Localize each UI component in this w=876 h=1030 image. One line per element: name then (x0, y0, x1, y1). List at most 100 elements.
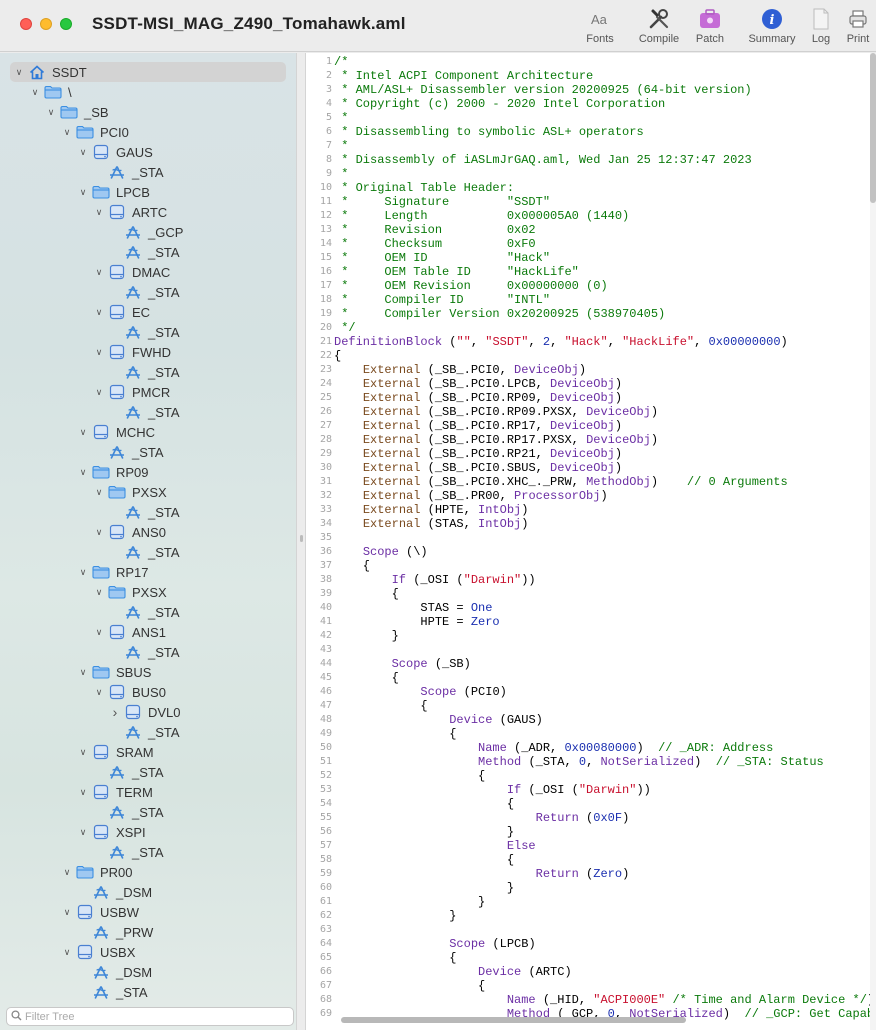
disclosure-open-icon[interactable]: ∨ (62, 947, 72, 958)
fonts-button[interactable]: Aa Fonts (570, 6, 630, 45)
code-line[interactable]: { (334, 671, 399, 685)
code-line[interactable]: Device (ARTC) (334, 965, 572, 979)
code-line[interactable]: { (334, 699, 427, 713)
tree-row[interactable]: ∨ PXSX (0, 582, 296, 602)
code-line[interactable]: * (334, 139, 348, 153)
code-line[interactable]: External (STAS, IntObj) (334, 517, 529, 531)
code-line[interactable]: } (334, 629, 399, 643)
code-line[interactable]: * Checksum 0xF0 (334, 237, 535, 251)
tree-row[interactable]: _STA (0, 162, 296, 182)
disclosure-open-icon[interactable]: ∨ (94, 307, 104, 318)
tree-row[interactable]: _STA (0, 242, 296, 262)
tree-row[interactable]: _STA (0, 502, 296, 522)
code-line[interactable]: * Copyright (c) 2000 - 2020 Intel Corpor… (334, 97, 665, 111)
tree-row[interactable]: _STA (0, 762, 296, 782)
disclosure-open-icon[interactable]: ∨ (78, 467, 88, 478)
code-line[interactable]: External (_SB_.PCI0.RP17, DeviceObj) (334, 419, 622, 433)
disclosure-open-icon[interactable]: ∨ (94, 347, 104, 358)
tree-row[interactable]: _STA (0, 982, 296, 1002)
disclosure-open-icon[interactable]: ∨ (78, 667, 88, 678)
tree-row[interactable]: ∨ RP17 (0, 562, 296, 582)
tree-row[interactable]: _STA (0, 802, 296, 822)
disclosure-open-icon[interactable]: ∨ (62, 127, 72, 138)
tree-row[interactable]: _STA (0, 362, 296, 382)
code-line[interactable]: STAS = One (334, 601, 492, 615)
code-line[interactable]: * (334, 167, 348, 181)
tree-row[interactable]: ∨ USBW (0, 902, 296, 922)
code-line[interactable]: Device (GAUS) (334, 713, 543, 727)
tree-row[interactable]: ∨ EC (0, 302, 296, 322)
tree-row[interactable]: ∨ PMCR (0, 382, 296, 402)
zoom-window-button[interactable] (60, 18, 72, 30)
tree-row[interactable]: _STA (0, 722, 296, 742)
code-line[interactable]: * Disassembly of iASLmJrGAQ.aml, Wed Jan… (334, 153, 751, 167)
tree-row[interactable]: _DSM (0, 882, 296, 902)
code-line[interactable]: } (334, 909, 456, 923)
tree-row[interactable]: ∨ DMAC (0, 262, 296, 282)
disclosure-open-icon[interactable]: ∨ (78, 747, 88, 758)
disclosure-open-icon[interactable]: ∨ (14, 67, 24, 78)
tree-row[interactable]: ∨ \ (0, 82, 296, 102)
code-line[interactable]: * (334, 111, 348, 125)
code-line[interactable]: * AML/ASL+ Disassembler version 20200925… (334, 83, 751, 97)
tree-row[interactable]: _DSM (0, 962, 296, 982)
disclosure-open-icon[interactable]: ∨ (62, 867, 72, 878)
code-line[interactable]: * OEM Table ID "HackLife" (334, 265, 579, 279)
tree-row[interactable]: ∨ XSPI (0, 822, 296, 842)
code-line[interactable]: External (_SB_.PCI0.RP21, DeviceObj) (334, 447, 622, 461)
code-line[interactable]: External (_SB_.PR00, ProcessorObj) (334, 489, 608, 503)
tree-row[interactable]: _STA (0, 602, 296, 622)
filter-tree-field[interactable] (6, 1007, 294, 1026)
disclosure-open-icon[interactable]: ∨ (94, 527, 104, 538)
print-button[interactable]: Print (828, 6, 876, 45)
tree-row[interactable]: ∨ FWHD (0, 342, 296, 362)
disclosure-open-icon[interactable]: ∨ (94, 267, 104, 278)
code-line[interactable]: Return (Zero) (334, 867, 630, 881)
tree-row[interactable]: ∨ PCI0 (0, 122, 296, 142)
code-line[interactable]: } (334, 895, 485, 909)
split-view-divider[interactable] (296, 53, 306, 1030)
code-line[interactable]: * Intel ACPI Component Architecture (334, 69, 593, 83)
code-line[interactable]: * OEM ID "Hack" (334, 251, 550, 265)
filter-tree-input[interactable] (25, 1010, 275, 1023)
tree-row[interactable]: _STA (0, 282, 296, 302)
vertical-scroll-thumb[interactable] (870, 53, 876, 203)
code-line[interactable]: HPTE = Zero (334, 615, 499, 629)
disclosure-open-icon[interactable]: ∨ (94, 687, 104, 698)
sidebar-tree[interactable]: ∨ SSDT ∨ \ ∨ _SB ∨ PCI0 ∨ GAUS _STA ∨ LPCB ∨ ARTC _GCP _… (0, 53, 296, 1030)
code-line[interactable]: /* (334, 55, 348, 69)
tree-row[interactable]: ∨ SBUS (0, 662, 296, 682)
code-line[interactable]: Scope (_SB) (334, 657, 471, 671)
code-line[interactable]: { (334, 951, 456, 965)
code-line[interactable]: * OEM Revision 0x00000000 (0) (334, 279, 607, 293)
tree-row[interactable]: ∨ ANS1 (0, 622, 296, 642)
tree-row[interactable]: ∨ ANS0 (0, 522, 296, 542)
close-window-button[interactable] (20, 18, 32, 30)
code-line[interactable]: Else (334, 839, 536, 853)
disclosure-open-icon[interactable]: ∨ (94, 587, 104, 598)
code-line[interactable]: } (334, 825, 514, 839)
tree-row[interactable]: › DVL0 (0, 702, 296, 722)
code-line[interactable]: */ (334, 321, 355, 335)
tree-row[interactable]: _PRW (0, 922, 296, 942)
code-line[interactable]: { (334, 979, 485, 993)
code-line[interactable]: External (_SB_.PCI0.RP17.PXSX, DeviceObj… (334, 433, 658, 447)
code-line[interactable]: Scope (PCI0) (334, 685, 506, 699)
disclosure-open-icon[interactable]: ∨ (78, 187, 88, 198)
code-line[interactable]: If (_OSI ("Darwin")) (334, 783, 651, 797)
tree-row[interactable]: _GCP (0, 222, 296, 242)
disclosure-open-icon[interactable]: ∨ (94, 207, 104, 218)
code-line[interactable]: { (334, 769, 485, 783)
code-line[interactable]: External (_SB_.PCI0.LPCB, DeviceObj) (334, 377, 622, 391)
disclosure-open-icon[interactable]: ∨ (94, 387, 104, 398)
code-line[interactable]: { (334, 727, 456, 741)
code-line[interactable]: Return (0x0F) (334, 811, 630, 825)
tree-row[interactable]: ∨ BUS0 (0, 682, 296, 702)
disclosure-open-icon[interactable]: ∨ (94, 487, 104, 498)
tree-row[interactable]: ∨ GAUS (0, 142, 296, 162)
code-line[interactable]: { (334, 559, 370, 573)
code-line[interactable]: Method (_STA, 0, NotSerialized) // _STA:… (334, 755, 824, 769)
code-line[interactable]: * Disassembling to symbolic ASL+ operato… (334, 125, 643, 139)
disclosure-open-icon[interactable]: ∨ (46, 107, 56, 118)
tree-row[interactable]: _STA (0, 402, 296, 422)
